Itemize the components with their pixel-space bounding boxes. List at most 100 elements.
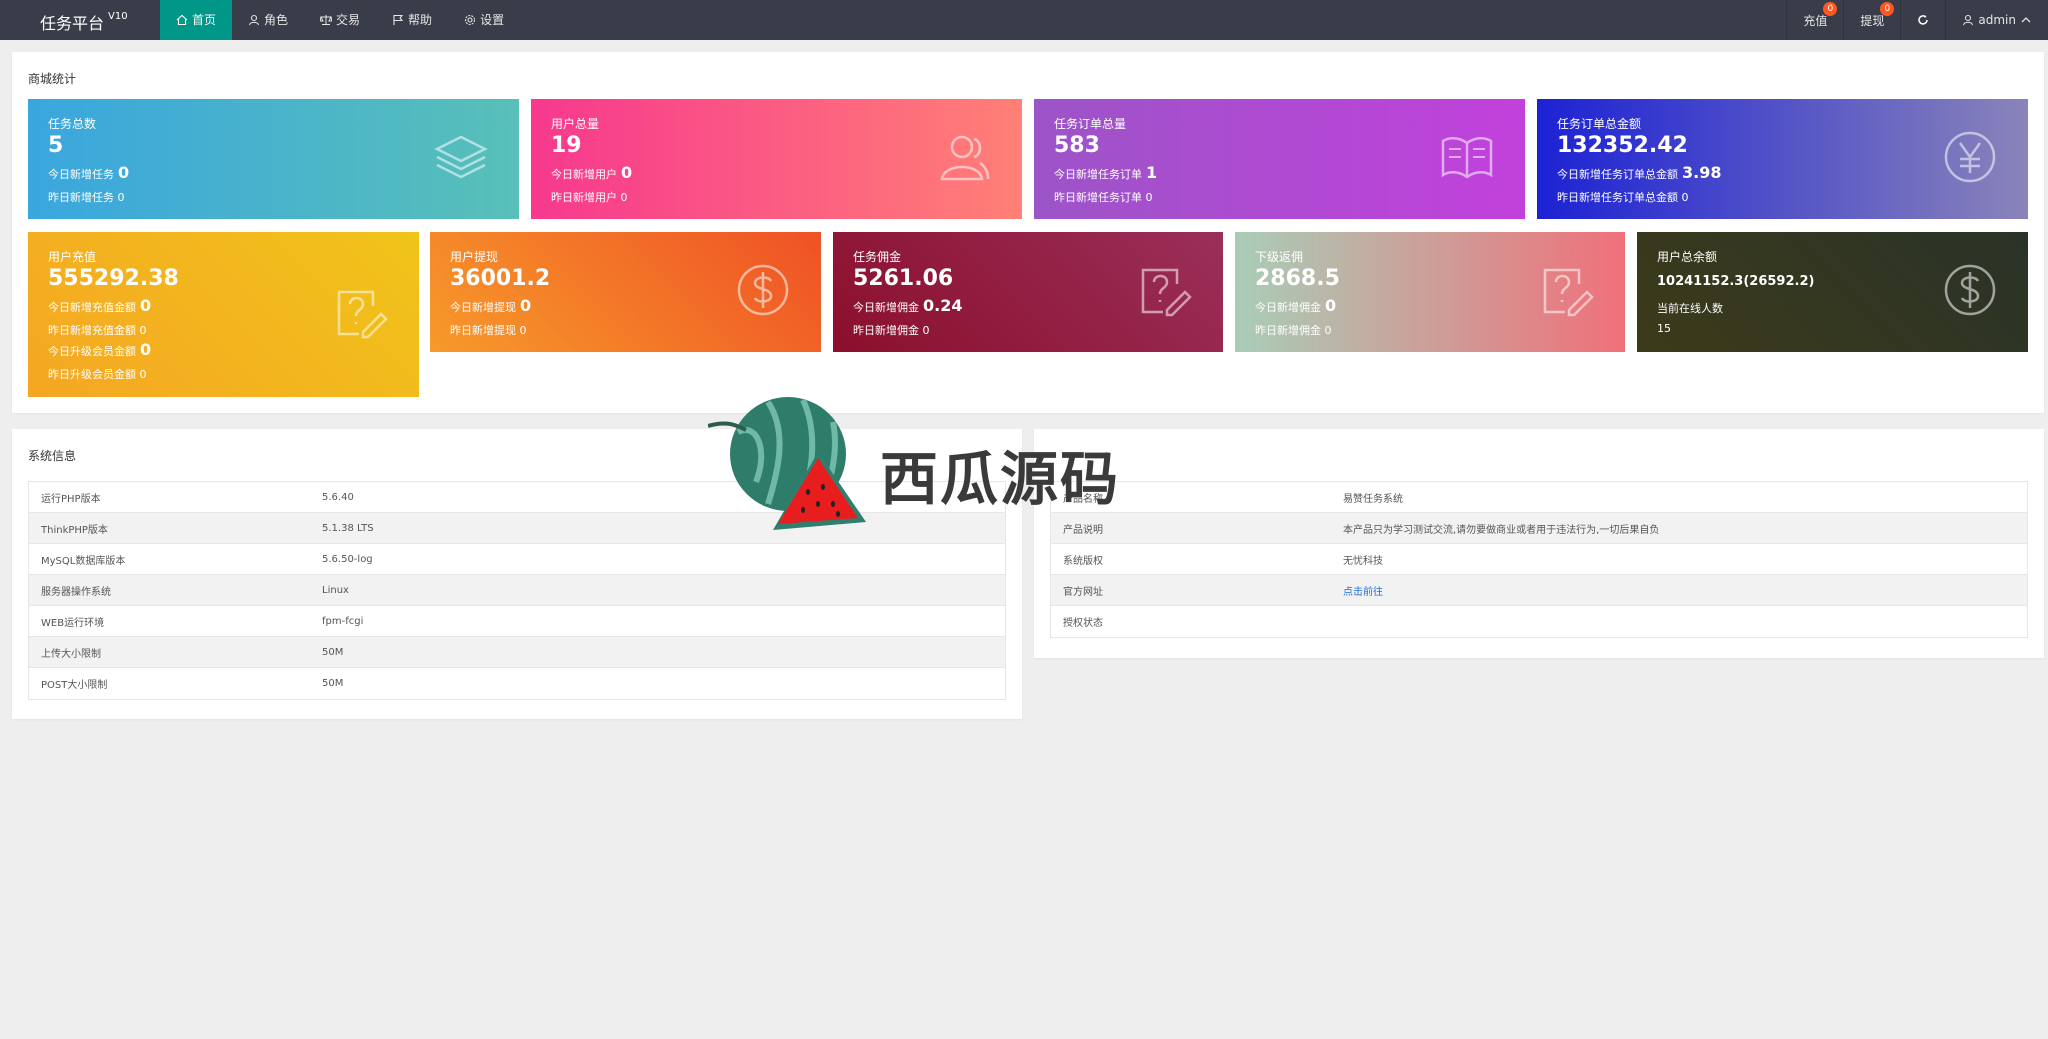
card-line: 今日新增充值金额 0 bbox=[48, 296, 152, 315]
nav-help[interactable]: 帮助 bbox=[376, 0, 448, 40]
top-bar: 任务平台 V10 首页 角色 交易 帮助 设置 充值 0 提现 0 admin bbox=[0, 0, 2048, 40]
card-line: 昨日新增佣金 0 bbox=[1255, 324, 1332, 337]
card-task-total[interactable]: 任务总数 5 今日新增任务 0 昨日新增任务 0 bbox=[28, 99, 519, 219]
product-info-table: 产品名称 易赞任务系统 产品说明 本产品只为学习测试交流,请勿要做商业或者用于违法行… bbox=[1050, 481, 2028, 638]
official-site-link[interactable]: 点击前往 bbox=[1343, 583, 1383, 598]
user-icon bbox=[248, 14, 260, 26]
card-line: 昨日新增任务 0 bbox=[48, 191, 125, 204]
card-title: 任务佣金 bbox=[853, 250, 902, 264]
refresh-button[interactable] bbox=[1900, 0, 1945, 40]
brand-name: 任务平台 bbox=[40, 14, 105, 33]
card-line: 今日新增佣金 0.24 bbox=[853, 296, 963, 315]
withdraw-label: 提现 bbox=[1860, 13, 1885, 28]
card-line: 昨日新增充值金额 0 bbox=[48, 324, 147, 337]
main-nav: 首页 角色 交易 帮助 设置 bbox=[160, 0, 520, 40]
yen-icon bbox=[1944, 131, 1996, 183]
card-value: 36001.2 bbox=[450, 266, 551, 291]
brand-logo[interactable]: 任务平台 V10 bbox=[40, 10, 128, 34]
nav-trade-label: 交易 bbox=[336, 13, 361, 27]
card-line: 今日新增佣金 0 bbox=[1255, 296, 1337, 315]
help-edit-icon bbox=[337, 290, 388, 339]
card-title: 任务订单总金额 bbox=[1557, 117, 1642, 131]
nav-home[interactable]: 首页 bbox=[160, 0, 233, 40]
table-row: 服务器操作系统 Linux bbox=[29, 575, 1005, 606]
card-value: 19 bbox=[551, 133, 582, 158]
gear-icon bbox=[465, 14, 476, 26]
chevron-up-icon bbox=[2021, 17, 2031, 23]
card-line: 昨日升级会员金额 0 bbox=[48, 368, 147, 381]
stats-panel-title: 商城统计 bbox=[28, 72, 77, 86]
user-name: admin bbox=[1978, 13, 2016, 27]
card-value: 5261.06 bbox=[853, 266, 954, 291]
card-title: 用户充值 bbox=[48, 250, 97, 264]
card-user-balance[interactable]: 用户总余额 10241152.3(26592.2) 当前在线人数 15 bbox=[1637, 232, 2028, 352]
card-title: 用户总余额 bbox=[1657, 250, 1718, 264]
layers-icon bbox=[434, 135, 488, 179]
table-row: WEB运行环境 fpm-fcgi bbox=[29, 606, 1005, 637]
card-title: 任务订单总量 bbox=[1054, 117, 1127, 131]
scale-icon bbox=[320, 15, 333, 25]
right-nav: 充值 0 提现 0 admin bbox=[1786, 0, 2048, 40]
table-row: MySQL数据库版本 5.6.50-log bbox=[29, 544, 1005, 575]
user-menu[interactable]: admin bbox=[1945, 0, 2048, 40]
card-line: 今日新增任务订单 1 bbox=[1054, 163, 1158, 182]
refresh-icon bbox=[1918, 15, 1929, 25]
card-line: 今日新增任务 0 bbox=[48, 163, 130, 182]
recharge-label: 充值 bbox=[1803, 13, 1828, 28]
card-line: 昨日新增任务订单总金额 0 bbox=[1557, 191, 1689, 204]
table-row: 官方网址 点击前往 bbox=[1051, 575, 2027, 606]
card-value: 10241152.3(26592.2) bbox=[1657, 274, 1815, 289]
help-edit-icon bbox=[1141, 268, 1192, 317]
withdraw-button[interactable]: 提现 0 bbox=[1843, 0, 1900, 40]
card-order-amount[interactable]: 任务订单总金额 132352.42 今日新增任务订单总金额 3.98 昨日新增任务… bbox=[1537, 99, 2028, 219]
card-sub-commission[interactable]: 下级返佣 2868.5 今日新增佣金 0 昨日新增佣金 0 bbox=[1235, 232, 1625, 352]
table-row: POST大小限制 50M bbox=[41, 678, 344, 691]
card-value: 132352.42 bbox=[1557, 133, 1688, 158]
brand-version: V10 bbox=[108, 10, 128, 22]
users-icon bbox=[940, 135, 990, 181]
table-row: 授权状态 bbox=[1063, 618, 1103, 629]
card-title: 下级返佣 bbox=[1255, 250, 1304, 264]
watermelon-icon bbox=[708, 397, 866, 530]
card-title: 任务总数 bbox=[48, 117, 97, 131]
flag-icon bbox=[393, 14, 404, 25]
card-user-recharge[interactable]: 用户充值 555292.38 今日新增充值金额 0 昨日新增充值金额 0 今日升级… bbox=[28, 232, 419, 397]
nav-role-label: 角色 bbox=[264, 13, 289, 27]
card-line: 今日新增任务订单总金额 3.98 bbox=[1557, 163, 1722, 182]
book-icon bbox=[1441, 137, 1493, 179]
home-icon bbox=[176, 14, 188, 26]
card-line: 当前在线人数 bbox=[1657, 302, 1723, 315]
table-row: 产品说明 本产品只为学习测试交流,请勿要做商业或者用于违法行为,一切后果自负 bbox=[1051, 513, 2027, 544]
card-line: 今日升级会员金额 0 bbox=[48, 340, 152, 359]
system-info-title: 系统信息 bbox=[28, 449, 77, 463]
table-row: 上传大小限制 50M bbox=[29, 637, 1005, 668]
card-value: 5 bbox=[48, 133, 64, 158]
user-icon bbox=[1963, 14, 1974, 26]
card-line: 昨日新增任务订单 0 bbox=[1054, 191, 1153, 204]
nav-role[interactable]: 角色 bbox=[232, 0, 304, 40]
card-line: 昨日新增用户 0 bbox=[551, 191, 628, 204]
card-value: 583 bbox=[1054, 133, 1100, 158]
card-line: 昨日新增佣金 0 bbox=[853, 324, 930, 337]
card-title: 用户总量 bbox=[551, 117, 600, 131]
card-user-total[interactable]: 用户总量 19 今日新增用户 0 昨日新增用户 0 bbox=[531, 99, 1022, 219]
card-user-withdraw[interactable]: 用户提现 36001.2 今日新增提现 0 昨日新增提现 0 bbox=[430, 232, 821, 352]
nav-home-label: 首页 bbox=[192, 13, 217, 27]
nav-settings[interactable]: 设置 bbox=[448, 0, 520, 40]
table-row: 产品名称 易赞任务系统 bbox=[1051, 482, 2027, 513]
watermark-text: 西瓜源码 bbox=[880, 445, 1121, 513]
withdraw-badge: 0 bbox=[1880, 2, 1895, 16]
card-line: 今日新增提现 0 bbox=[450, 296, 532, 315]
card-line: 昨日新增提现 0 bbox=[450, 324, 527, 337]
dollar-icon bbox=[1944, 264, 1996, 316]
dollar-icon bbox=[737, 264, 789, 316]
card-order-total[interactable]: 任务订单总量 583 今日新增任务订单 1 昨日新增任务订单 0 bbox=[1034, 99, 1525, 219]
card-line: 今日新增用户 0 bbox=[551, 163, 633, 182]
recharge-button[interactable]: 充值 0 bbox=[1786, 0, 1843, 40]
nav-help-label: 帮助 bbox=[408, 13, 433, 27]
table-row: 系统版权 无忧科技 bbox=[1051, 544, 2027, 575]
card-task-commission[interactable]: 任务佣金 5261.06 今日新增佣金 0.24 昨日新增佣金 0 bbox=[833, 232, 1223, 352]
nav-settings-label: 设置 bbox=[480, 13, 505, 27]
nav-trade[interactable]: 交易 bbox=[304, 0, 376, 40]
card-line: 15 bbox=[1657, 322, 1671, 335]
